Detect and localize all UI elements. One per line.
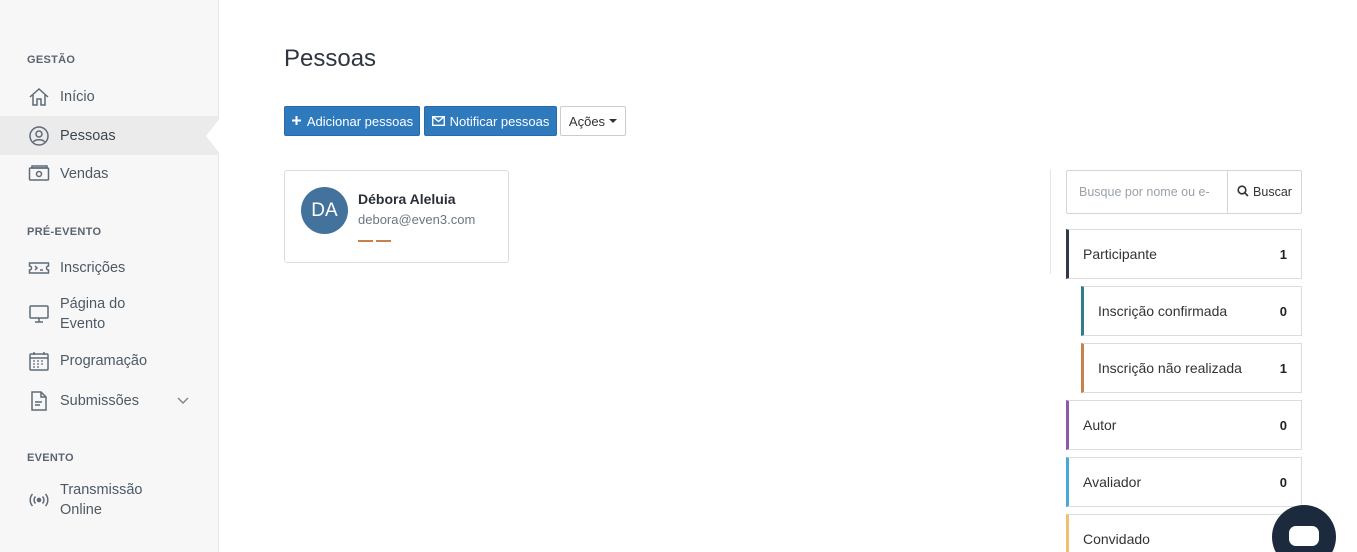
filter-count: 1 [1279,246,1287,262]
sidebar-item-submissoes[interactable]: Submissões [0,381,219,421]
sidebar-item-inscricoes[interactable]: Inscrições [0,249,219,287]
filter-count: 0 [1279,303,1287,319]
sidebar-item-label: Início [60,89,95,105]
chat-button[interactable] [1272,505,1336,552]
label-line-2: Evento [60,316,106,332]
person-card[interactable]: DA Débora Aleluia debora@even3.com [284,170,509,263]
sidebar-item-label: Programação [60,353,148,369]
filter-count: 0 [1279,474,1287,490]
tag-marker [358,240,373,242]
sidebar-item-label: Submissões [60,393,139,409]
actions-label: Ações [568,113,606,129]
search-icon [1237,184,1249,200]
filter-count: 1 [1279,360,1287,376]
filter-label: Avaliador [1083,474,1142,490]
sidebar-item-label: Inscrições [60,260,126,276]
calendar-icon [28,350,50,372]
section-title-evento: EVENTO [27,452,74,464]
search-group: Buscar [1066,170,1302,214]
notify-people-label: Notificar pessoas [449,113,550,129]
broadcast-icon [28,489,50,511]
search-button[interactable]: Buscar [1227,171,1301,213]
caret-down-icon [609,119,618,123]
monitor-icon [28,303,50,325]
sidebar-item-programacao[interactable]: Programação [0,342,219,380]
plus-icon [291,114,302,129]
actions-dropdown[interactable]: Ações [560,106,626,136]
person-email: debora@even3.com [358,212,476,227]
filter-inscricao-confirmada[interactable]: Inscrição confirmada 0 [1081,286,1302,336]
tag-marker [376,240,391,242]
label-line-2: Online [60,502,102,518]
section-title-pre-evento: PRÉ-EVENTO [27,226,102,238]
sidebar-item-vendas[interactable]: Vendas [0,155,219,193]
chevron-down-icon[interactable] [177,394,189,408]
search-input[interactable] [1067,171,1227,213]
notify-people-button[interactable]: Notificar pessoas [424,106,557,136]
filter-label: Inscrição confirmada [1098,303,1228,319]
filter-count: 0 [1279,417,1287,433]
person-name: Débora Aleluia [358,191,456,207]
cash-icon [28,163,50,185]
add-people-label: Adicionar pessoas [306,113,414,129]
label-line-1: Página do [60,296,126,312]
sidebar-item-label: Vendas [60,166,109,182]
filter-label: Convidado [1083,531,1150,547]
filter-inscricao-nao-realizada[interactable]: Inscrição não realizada 1 [1081,343,1302,393]
filter-autor[interactable]: Autor 0 [1066,400,1302,450]
filter-label: Participante [1083,246,1157,262]
sidebar-item-label: Transmissão Online [60,480,142,520]
sidebar-item-pessoas[interactable]: Pessoas [0,116,219,155]
avatar: DA [301,187,348,234]
sidebar: GESTÃO Início Pessoas Vendas PRÉ-EVENTO … [0,0,219,552]
label-line-1: Transmissão [60,482,143,498]
filter-label: Autor [1083,417,1117,433]
page-title: Pessoas [284,45,377,72]
person-tags [358,240,391,242]
filter-avaliador[interactable]: Avaliador 0 [1066,457,1302,507]
panel-divider [1050,170,1051,274]
search-button-label: Buscar [1253,185,1292,199]
add-people-button[interactable]: Adicionar pessoas [284,106,420,136]
sidebar-item-transmissao-online[interactable]: Transmissão Online [0,476,219,524]
section-title-gestao: GESTÃO [27,54,76,66]
envelope-icon [431,114,445,129]
sidebar-item-label: Página do Evento [60,294,125,334]
filter-convidado[interactable]: Convidado [1066,514,1302,552]
sidebar-item-pagina-evento[interactable]: Página do Evento [0,290,219,338]
home-icon [28,86,50,108]
filter-participante[interactable]: Participante 1 [1066,229,1302,279]
sidebar-item-label: Pessoas [60,127,116,144]
sidebar-item-inicio[interactable]: Início [0,78,219,116]
chat-icon [1289,526,1319,546]
document-icon [28,390,50,412]
ticket-icon [28,257,50,279]
user-circle-icon [28,125,50,147]
filter-label: Inscrição não realizada [1098,360,1242,376]
